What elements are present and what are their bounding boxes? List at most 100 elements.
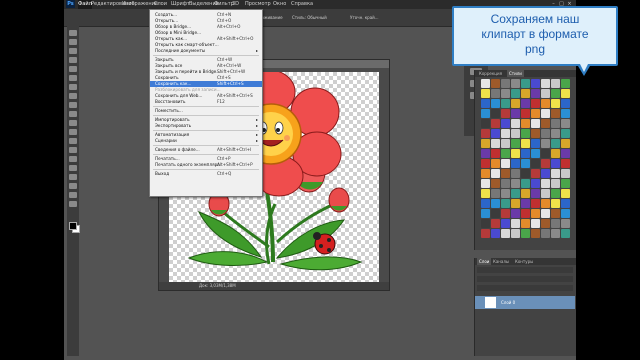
style-swatch[interactable] — [551, 159, 560, 168]
style-swatch[interactable] — [551, 109, 560, 118]
style-swatch[interactable] — [491, 129, 500, 138]
style-swatch[interactable] — [501, 129, 510, 138]
style-swatch[interactable] — [521, 219, 530, 228]
style-swatch[interactable] — [551, 179, 560, 188]
style-swatch[interactable] — [521, 109, 530, 118]
style-swatch[interactable] — [561, 139, 570, 148]
style-swatch[interactable] — [501, 79, 510, 88]
zoom-tool-icon[interactable] — [69, 201, 77, 207]
style-swatch[interactable] — [551, 149, 560, 158]
style-swatch[interactable] — [501, 99, 510, 108]
style-swatch[interactable] — [521, 149, 530, 158]
style-swatch[interactable] — [501, 189, 510, 198]
style-swatch[interactable] — [551, 199, 560, 208]
style-swatch[interactable] — [561, 89, 570, 98]
style-swatch[interactable] — [521, 159, 530, 168]
style-swatch[interactable] — [491, 159, 500, 168]
style-swatch[interactable] — [491, 109, 500, 118]
style-swatch[interactable] — [531, 139, 540, 148]
style-swatch[interactable] — [521, 139, 530, 148]
blur-tool-icon[interactable] — [69, 138, 77, 144]
style-swatch[interactable] — [521, 189, 530, 198]
crop-tool-icon[interactable] — [69, 66, 77, 72]
style-swatch[interactable] — [561, 189, 570, 198]
style-swatch[interactable] — [561, 209, 570, 218]
tab-styles[interactable]: Стили — [507, 70, 524, 77]
gradient-tool-icon[interactable] — [69, 129, 77, 135]
style-swatch[interactable] — [501, 169, 510, 178]
style-swatch[interactable] — [531, 229, 540, 238]
style-swatch[interactable] — [511, 109, 520, 118]
style-swatch[interactable] — [481, 119, 490, 128]
style-swatch[interactable] — [551, 189, 560, 198]
style-swatch[interactable] — [501, 149, 510, 158]
style-swatch[interactable] — [481, 159, 490, 168]
style-swatch[interactable] — [491, 149, 500, 158]
refine-edge-button[interactable]: Уточн. край... — [350, 15, 379, 20]
style-swatch[interactable] — [511, 199, 520, 208]
style-swatch[interactable] — [541, 149, 550, 158]
style-swatch[interactable] — [561, 199, 570, 208]
style-swatch[interactable] — [561, 99, 570, 108]
style-swatch[interactable] — [481, 179, 490, 188]
file-menu-item[interactable]: Сценарии ▸ — [150, 138, 262, 144]
style-swatch[interactable] — [491, 99, 500, 108]
style-swatch[interactable] — [561, 229, 570, 238]
style-swatch[interactable] — [511, 229, 520, 238]
style-swatch[interactable] — [521, 179, 530, 188]
style-swatch[interactable] — [541, 169, 550, 178]
file-menu-item[interactable]: Печатать одного экземпляра Alt+Shift+Ctrl… — [150, 162, 262, 168]
style-swatch[interactable] — [491, 199, 500, 208]
style-swatch[interactable] — [561, 219, 570, 228]
style-swatch[interactable] — [551, 89, 560, 98]
style-swatch[interactable] — [511, 139, 520, 148]
style-swatch[interactable] — [551, 119, 560, 128]
hand-tool-icon[interactable] — [69, 192, 77, 198]
tab-layers[interactable]: Слои — [477, 258, 492, 265]
style-swatch[interactable] — [491, 209, 500, 218]
style-swatch[interactable] — [491, 179, 500, 188]
style-swatch[interactable] — [541, 159, 550, 168]
style-swatch[interactable] — [481, 109, 490, 118]
file-menu-item[interactable]: Восстановить F12 — [150, 99, 262, 105]
type-tool-icon[interactable] — [69, 165, 77, 171]
style-swatch[interactable] — [521, 89, 530, 98]
style-swatch[interactable] — [511, 79, 520, 88]
style-swatch[interactable] — [511, 89, 520, 98]
style-swatch[interactable] — [481, 229, 490, 238]
style-swatch[interactable] — [501, 119, 510, 128]
style-swatch[interactable] — [481, 99, 490, 108]
style-swatch[interactable] — [481, 79, 490, 88]
style-swatch[interactable] — [541, 109, 550, 118]
style-swatch[interactable] — [531, 129, 540, 138]
style-swatch[interactable] — [551, 169, 560, 178]
style-swatch[interactable] — [561, 79, 570, 88]
style-swatch[interactable] — [531, 149, 540, 158]
style-swatch[interactable] — [511, 99, 520, 108]
menu-0[interactable]: Файл — [78, 0, 92, 9]
style-swatch[interactable] — [491, 189, 500, 198]
file-menu-item[interactable]: Выход Ctrl+Q — [150, 171, 262, 177]
style-swatch[interactable] — [481, 149, 490, 158]
menu-8[interactable]: Просмотр — [245, 0, 271, 9]
style-swatch[interactable] — [501, 179, 510, 188]
style-swatch[interactable] — [511, 119, 520, 128]
file-menu-item[interactable]: Экспортировать ▸ — [150, 123, 262, 129]
tab-paths[interactable]: Контуры — [515, 258, 533, 265]
style-swatch[interactable] — [501, 109, 510, 118]
style-swatch[interactable] — [481, 139, 490, 148]
style-swatch[interactable] — [491, 89, 500, 98]
style-swatch[interactable] — [511, 189, 520, 198]
menu-6[interactable]: Фильтр — [214, 0, 234, 9]
style-swatch[interactable] — [481, 169, 490, 178]
style-swatch[interactable] — [511, 219, 520, 228]
eyedropper-tool-icon[interactable] — [69, 75, 77, 81]
style-swatch[interactable] — [531, 199, 540, 208]
eraser-tool-icon[interactable] — [69, 120, 77, 126]
style-swatch[interactable] — [481, 199, 490, 208]
style-select[interactable]: Стиль: Обычный — [292, 15, 327, 20]
move-tool-icon[interactable] — [69, 30, 77, 36]
style-swatch[interactable] — [531, 159, 540, 168]
style-swatch[interactable] — [511, 169, 520, 178]
style-swatch[interactable] — [541, 199, 550, 208]
